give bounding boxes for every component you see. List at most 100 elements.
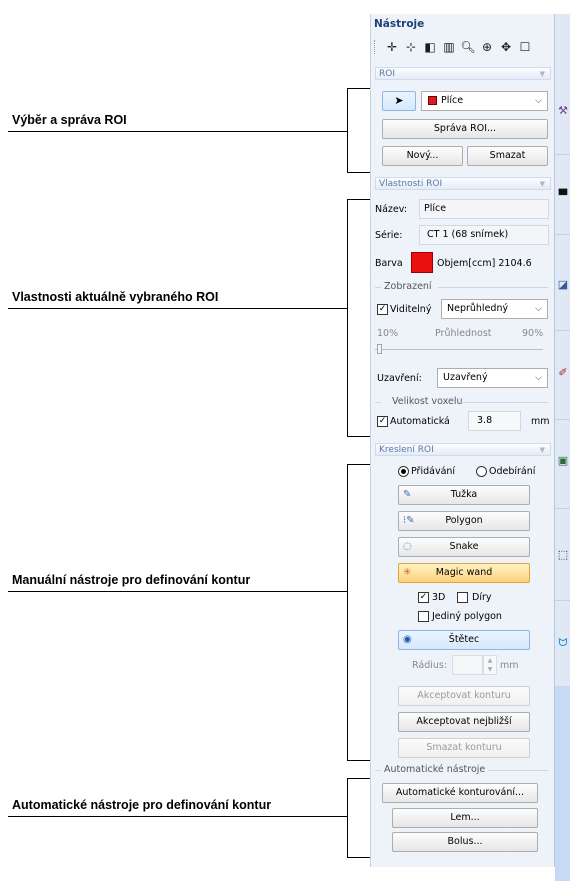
polygon-label: Polygon (445, 515, 483, 526)
drawing-section-header[interactable]: Kreslení ROI ▼ (375, 443, 551, 456)
select-roi-button[interactable]: ➤ (382, 91, 416, 111)
annotation-manual-tools: Manuální nástroje pro definování kontur (12, 573, 251, 587)
roi-select-value: Plíce (441, 95, 464, 106)
zoom-region-icon[interactable]: ⊕ (478, 38, 496, 56)
auto-tools-group-label: Automatické nástroje (384, 764, 486, 775)
roi-color-swatch (428, 96, 437, 105)
roi-section-title: ROI (379, 69, 395, 79)
pan-icon[interactable]: ✥ (497, 38, 515, 56)
group-divider (488, 770, 548, 771)
radius-unit: mm (500, 660, 519, 671)
bolus-button[interactable]: Bolus... (392, 832, 538, 852)
magic-wand-icon: ✳ (403, 567, 412, 578)
pencil-button[interactable]: ✎ Tužka (398, 485, 530, 505)
auto-voxel-label: Automatická (390, 416, 450, 427)
panel-title: Nástroje (374, 18, 425, 30)
voxel-group-label: Velikost voxelu (392, 396, 463, 407)
right-icon-strip: ⚒ ▀ ◪ ✐ ▣ ⬚ ᗢ (554, 14, 570, 881)
auto-voxel-checkbox[interactable]: ✓ (377, 416, 388, 427)
closure-select-value: Uzavřený (443, 372, 488, 383)
tools-icon[interactable]: ⚒ (556, 104, 570, 118)
contour-icon[interactable]: ᗢ (556, 636, 570, 650)
opacity-select[interactable]: Neprůhledný ⌵ (441, 299, 548, 319)
single-polygon-label: Jediný polygon (432, 611, 502, 622)
polygon-button[interactable]: ⁝✎ Polygon (398, 511, 530, 531)
add-mode-radio[interactable] (398, 466, 409, 477)
radius-label: Rádius: (412, 660, 448, 671)
voxel-unit: mm (531, 416, 550, 427)
transparency-slider-thumb[interactable] (377, 344, 382, 354)
manage-roi-button[interactable]: Správa ROI... (382, 119, 548, 139)
brush-button[interactable]: ◉ Štětec (398, 630, 530, 650)
group-divider (459, 402, 548, 403)
annotation-auto-tools: Automatické nástroje pro definování kont… (12, 798, 272, 812)
brush-label: Štětec (448, 634, 480, 645)
annotation-line (8, 816, 348, 817)
image-icon[interactable]: ▣ (556, 454, 570, 468)
volume-value: 2104.6 (498, 258, 532, 269)
annotation-bracket (347, 88, 370, 173)
toolbar: ✛ ⊹ ◧ ▥ 🔍︎ ⊕ ✥ ☐ (372, 36, 552, 58)
annotation-roi-properties: Vlastnosti aktuálně vybraného ROI (12, 290, 219, 304)
margin-button[interactable]: Lem... (392, 808, 538, 828)
crosshair-icon[interactable]: ✛ (383, 38, 401, 56)
properties-section-header[interactable]: Vlastnosti ROI ▼ (375, 177, 551, 190)
strip-divider (555, 508, 570, 509)
holes-label: Díry (472, 592, 492, 603)
color-label: Barva (375, 258, 403, 269)
strip-highlight (555, 686, 570, 881)
magic-wand-label: Magic wand (435, 567, 493, 578)
cube-icon[interactable]: ⬚ (556, 548, 570, 562)
closure-label: Uzavření: (377, 373, 422, 384)
radius-spinner[interactable]: ▲ ▼ (483, 655, 497, 675)
transparency-slider-track (375, 349, 543, 350)
accept-nearest-button[interactable]: Akceptovat nejbližší (398, 712, 530, 732)
radius-field[interactable] (452, 655, 483, 675)
layout-icon[interactable]: ▀ (556, 189, 570, 203)
opacity-select-value: Neprůhledný (447, 303, 509, 314)
annotation-line (8, 591, 348, 592)
strip-divider (555, 234, 570, 235)
delete-roi-button[interactable]: Smazat (467, 146, 548, 166)
snake-icon: ◌ (403, 541, 412, 552)
visible-checkbox[interactable]: ✓ (377, 304, 388, 315)
3d-checkbox[interactable]: ✓ (418, 592, 429, 603)
brush-icon[interactable]: ✐ (556, 366, 570, 380)
remove-mode-label: Odebírání (489, 466, 536, 477)
voxel-size-field[interactable]: 3.8 (468, 411, 521, 431)
fullscreen-icon[interactable]: ☐ (516, 38, 534, 56)
volume-label: Objem[ccm] 2104.6 (437, 258, 532, 269)
color-swatch[interactable] (411, 252, 433, 273)
brush-dot-icon: ◉ (403, 634, 412, 645)
roi-select[interactable]: Plíce ⌵ (421, 91, 548, 111)
columns-icon[interactable]: ▥ (440, 38, 458, 56)
snake-button[interactable]: ◌ Snake (398, 537, 530, 557)
magic-wand-button[interactable]: ✳ Magic wand (398, 563, 530, 583)
auto-contouring-button[interactable]: Automatické konturování... (382, 783, 538, 803)
new-roi-button[interactable]: Nový... (382, 146, 463, 166)
move-point-icon[interactable]: ⊹ (402, 38, 420, 56)
strip-divider (555, 600, 570, 601)
display-group-label: Zobrazení (384, 281, 432, 292)
accept-contour-button[interactable]: Akceptovat konturu (398, 686, 530, 706)
name-field[interactable]: Plíce (419, 199, 549, 219)
chevron-down-icon: ⌵ (535, 304, 542, 314)
polygon-icon: ⁝✎ (403, 515, 415, 526)
window-level-icon[interactable]: ◧ (421, 38, 439, 56)
group-divider (438, 287, 548, 288)
remove-mode-radio[interactable] (476, 466, 487, 477)
series-field: CT 1 (68 snímek) (419, 225, 549, 245)
closure-select[interactable]: Uzavřený ⌵ (437, 368, 548, 388)
strip-divider (555, 330, 570, 331)
toolbar-grip[interactable] (374, 40, 379, 54)
holes-checkbox[interactable] (457, 592, 468, 603)
delete-contour-button[interactable]: Smazat konturu (398, 738, 530, 758)
single-polygon-checkbox[interactable] (418, 611, 429, 622)
annotation-line (8, 308, 348, 309)
strip-divider (555, 419, 570, 420)
edit-icon[interactable]: ◪ (556, 278, 570, 292)
zoom-icon[interactable]: 🔍︎ (459, 38, 477, 56)
chevron-down-icon: ⌵ (535, 373, 542, 383)
chevron-down-icon: ▼ (539, 446, 545, 454)
roi-section-header[interactable]: ROI ▼ (375, 67, 551, 80)
